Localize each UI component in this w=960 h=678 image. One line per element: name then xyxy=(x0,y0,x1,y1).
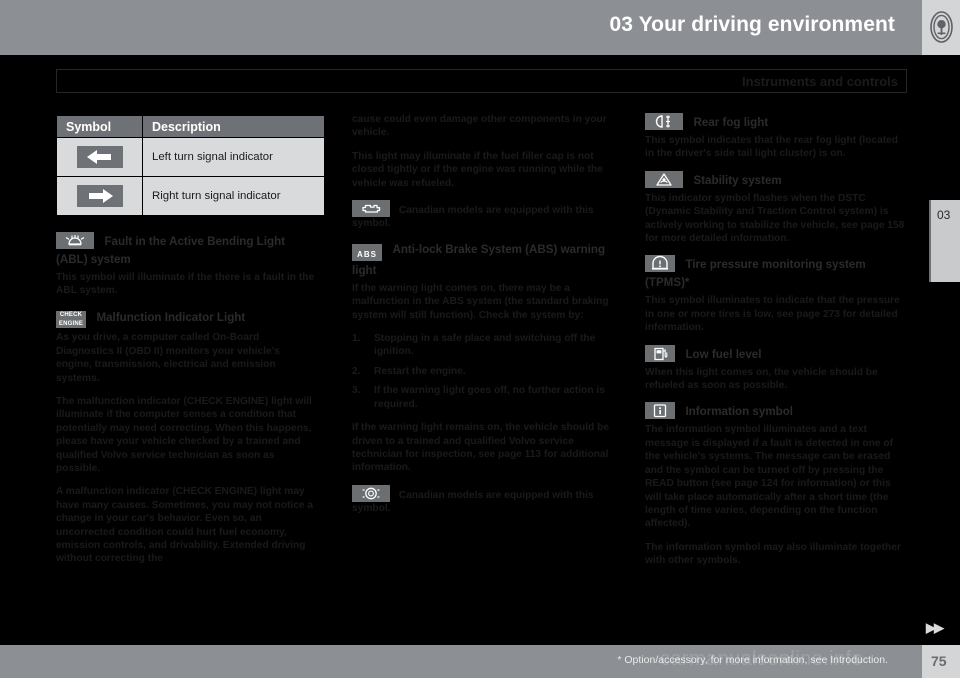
canadian-note-2: Canadian models are equipped with this s… xyxy=(352,484,614,516)
fuel-cap-paragraph: This light may illuminate if the fuel fi… xyxy=(352,150,603,189)
canadian-abs-symbol-icon xyxy=(352,484,390,502)
list-item: 1. Stopping in a safe place and switchin… xyxy=(352,332,614,359)
rear-fog-heading-block: Rear fog light xyxy=(645,113,907,131)
canadian-engine-symbol-icon xyxy=(352,200,390,218)
manual-page: 03 Your driving environment Instruments … xyxy=(0,0,960,678)
stability-body: This indicator symbol flashes when the D… xyxy=(645,192,905,245)
abs-icon: ABS xyxy=(352,243,382,261)
page-number: 75 xyxy=(931,653,947,669)
stability-heading-block: Stability system xyxy=(645,170,907,189)
rear-fog-body: This symbol indicates that the rear fog … xyxy=(645,135,899,160)
continued-paragraph: cause could even damage other components… xyxy=(352,114,607,139)
table-header-row: Symbol Description xyxy=(56,115,325,138)
table-row: Left turn signal indicator xyxy=(56,137,325,177)
table-row: Right turn signal indicator xyxy=(56,176,325,216)
tire-pressure-icon xyxy=(645,255,675,273)
description-cell: Left turn signal indicator xyxy=(142,137,325,177)
symbol-description-table: Symbol Description Left turn signal indi… xyxy=(56,115,325,216)
abl-body: This symbol will illuminate if the there… xyxy=(56,272,315,297)
abs-intro: If the warning light comes on, there may… xyxy=(352,282,609,321)
rear-fog-light-icon xyxy=(645,113,683,130)
info-symbol-heading-block: Information symbol xyxy=(645,402,907,420)
step-number: 2. xyxy=(352,365,361,377)
canadian-note-1: Canadian models are equipped with this s… xyxy=(352,200,614,231)
brand-logo-container xyxy=(922,0,960,55)
column-header-symbol: Symbol xyxy=(56,115,143,138)
chapter-tab[interactable]: 03 xyxy=(929,200,960,282)
low-fuel-heading: Low fuel level xyxy=(685,347,762,361)
mil-heading: Malfunction Indicator Light xyxy=(96,310,246,324)
step-number: 3. xyxy=(352,385,361,397)
symbol-cell xyxy=(56,176,143,216)
step-number: 1. xyxy=(352,333,361,345)
watermark: carmanualsonline.info xyxy=(660,648,863,670)
mil-paragraph-3: A malfunction indicator (CHECK ENGINE) l… xyxy=(56,486,314,565)
abs-heading-block: ABS Anti-lock Brake System (ABS) warning… xyxy=(352,240,614,279)
section-title-bar: Instruments and controls xyxy=(56,69,907,93)
step-text: Restart the engine. xyxy=(374,365,466,377)
low-fuel-heading-block: Low fuel level xyxy=(645,344,907,363)
page-header: 03 Your driving environment xyxy=(0,0,960,55)
abs-steps-list: 1. Stopping in a safe place and switchin… xyxy=(352,332,614,411)
left-turn-arrow-icon xyxy=(76,146,123,168)
section-title: Instruments and controls xyxy=(741,74,898,89)
mil-paragraph-1: As you drive, a computer called On-Board… xyxy=(56,332,280,384)
page-title: 03 Your driving environment xyxy=(609,13,895,36)
info-symbol-paragraph-1: The information symbol illuminates and a… xyxy=(645,424,893,530)
check-engine-line1: CHECK xyxy=(59,312,83,319)
info-symbol-paragraph-2: The information symbol may also illumina… xyxy=(645,541,901,567)
list-item: 2. Restart the engine. xyxy=(352,365,614,378)
column-middle: cause could even damage other components… xyxy=(352,113,614,525)
right-turn-arrow-icon xyxy=(76,185,123,207)
chapter-tab-label: 03 xyxy=(937,208,951,222)
mil-heading-block: CHECK ENGINE Malfunction Indicator Light xyxy=(56,308,318,329)
column-header-description: Description xyxy=(142,115,325,138)
volvo-logo-icon xyxy=(930,11,953,43)
abs-heading: Anti-lock Brake System (ABS) warning lig… xyxy=(352,242,606,277)
tpms-body: This symbol illuminates to indicate that… xyxy=(645,295,900,334)
column-right: Rear fog light This symbol indicates tha… xyxy=(645,113,907,578)
stability-heading: Stability system xyxy=(693,173,782,187)
description-cell: Right turn signal indicator xyxy=(142,176,325,216)
info-symbol-heading: Information symbol xyxy=(685,405,794,419)
tpms-heading: Tire pressure monitoring system (TPMS)* xyxy=(645,258,866,290)
step-text: Stopping in a safe place and switching o… xyxy=(374,333,596,358)
tpms-heading-block: Tire pressure monitoring system (TPMS)* xyxy=(645,255,907,291)
stability-system-icon xyxy=(645,170,683,188)
mil-paragraph-2: The malfunction indicator (CHECK ENGINE)… xyxy=(56,395,312,474)
bending-light-icon xyxy=(56,232,94,249)
step-text: If the warning light goes off, no furthe… xyxy=(374,385,605,410)
low-fuel-body: When this light comes on, the vehicle sh… xyxy=(645,366,878,392)
low-fuel-icon xyxy=(645,344,675,362)
check-engine-line2: ENGINE xyxy=(58,320,84,327)
next-page-arrows-icon[interactable]: ▶▶ xyxy=(926,620,944,636)
abl-heading-block: Fault in the Active Bending Light (ABL) … xyxy=(56,232,318,268)
rear-fog-heading: Rear fog light xyxy=(693,116,769,129)
abs-closing: If the warning light remains on, the veh… xyxy=(352,422,609,474)
column-left: Fault in the Active Bending Light (ABL) … xyxy=(56,232,318,576)
abs-icon-text: ABS xyxy=(357,249,377,259)
page-number-container: 75 xyxy=(922,645,960,678)
list-item: 3. If the warning light goes off, no fur… xyxy=(352,384,614,411)
information-symbol-icon xyxy=(645,402,675,420)
symbol-cell xyxy=(56,137,143,177)
check-engine-icon: CHECK ENGINE xyxy=(56,311,86,329)
